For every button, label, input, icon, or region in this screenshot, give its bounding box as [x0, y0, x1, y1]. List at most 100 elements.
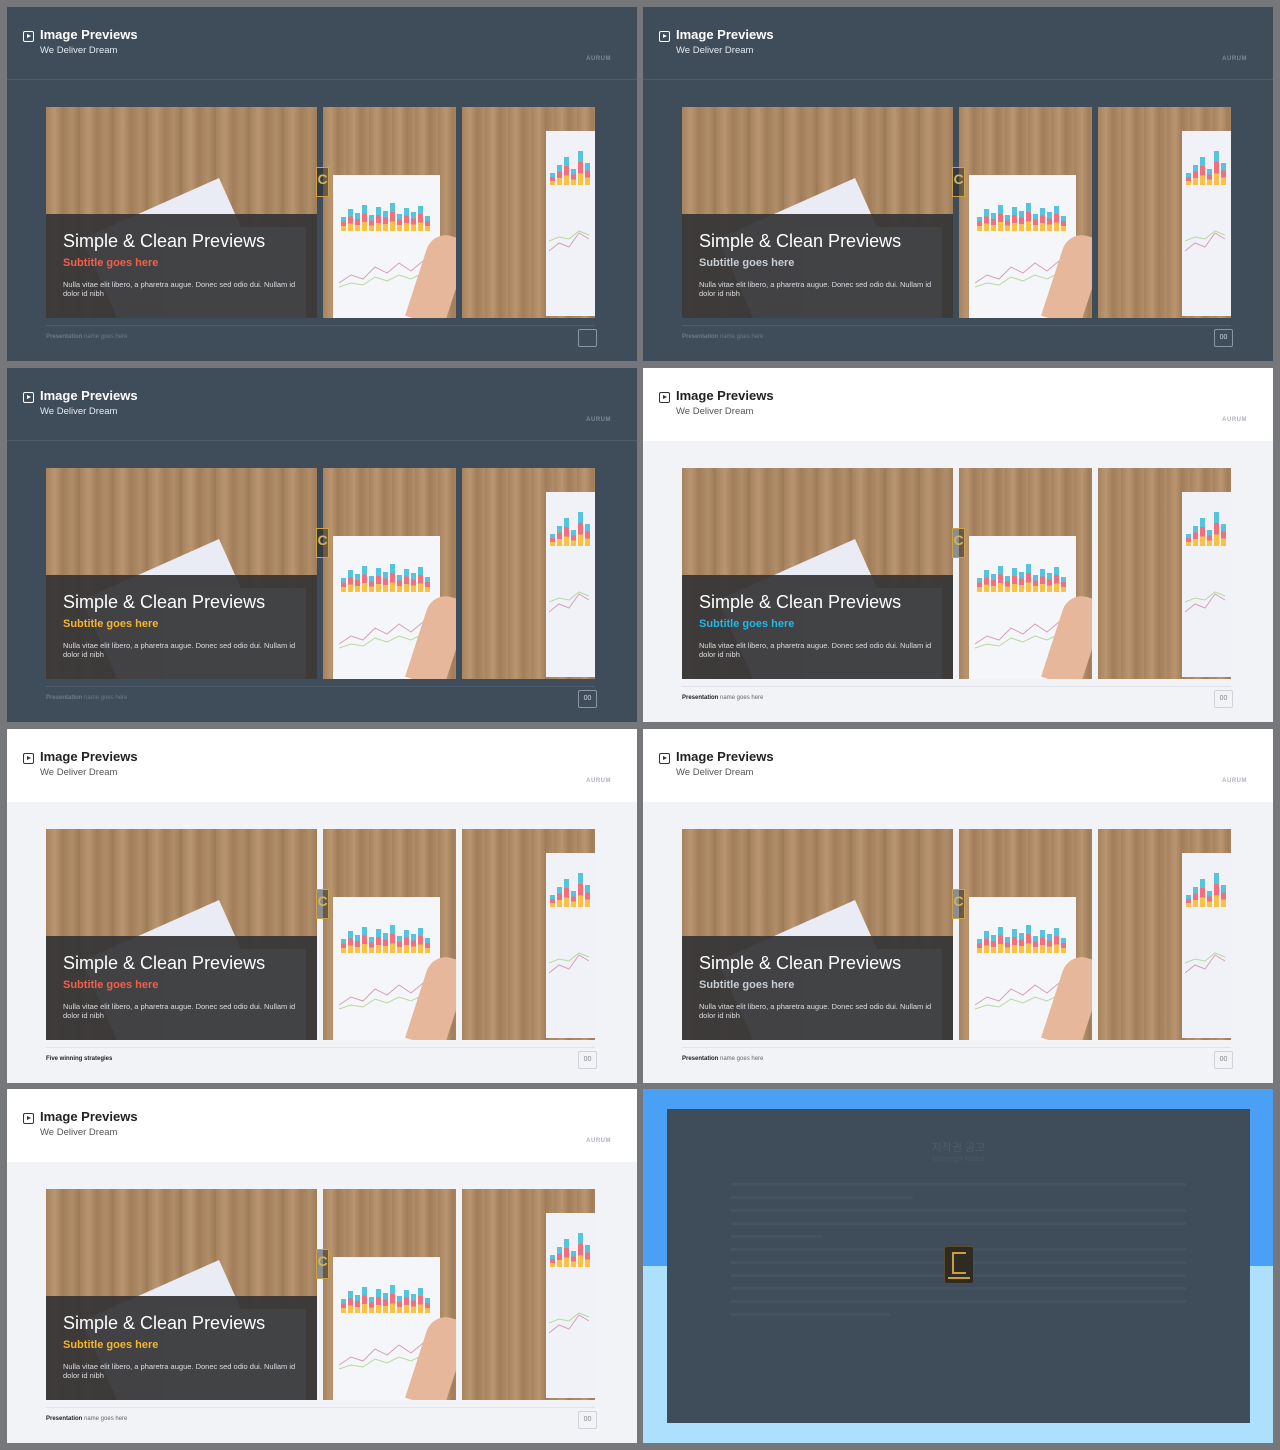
chart-bar	[411, 212, 416, 231]
bar-chart-image	[977, 558, 1069, 592]
slide-thumbnail[interactable]: Image Previews We Deliver Dream AURUM C …	[7, 368, 637, 722]
footer-text: Presentation name goes here	[682, 695, 763, 701]
chart-bar	[1186, 173, 1191, 185]
chart-bar	[397, 214, 402, 231]
chart-bar	[557, 165, 562, 185]
chart-bar	[991, 213, 996, 231]
chart-bar	[1033, 214, 1038, 231]
slide-thumbnail[interactable]: Image Previews We Deliver Dream AURUM C …	[7, 7, 637, 361]
preview-image-side	[462, 107, 595, 318]
contents-logo-icon: C	[316, 167, 329, 197]
chart-bar	[1221, 163, 1226, 185]
footer-text: Presentation name goes here	[46, 695, 127, 701]
caption-title: Simple & Clean Previews	[699, 953, 902, 973]
caption-body: Nulla vitae elit libero, a pharetra augu…	[63, 641, 296, 659]
page-number: 00	[1214, 690, 1233, 708]
chart-bar	[550, 173, 555, 185]
chart-bar	[977, 939, 982, 953]
slide-header: Image Previews We Deliver Dream AURUM	[7, 368, 637, 441]
chart-bar	[1047, 934, 1052, 953]
chart-bar	[348, 209, 353, 231]
bar-chart-image	[977, 919, 1069, 953]
chart-bar	[1026, 925, 1031, 953]
chart-bar	[404, 569, 409, 592]
footer-divider	[682, 1047, 1231, 1048]
chart-bar	[585, 885, 590, 907]
preview-image-chart	[959, 107, 1092, 318]
copyright-slide[interactable]: 저작권 공고 Copyright Notice	[643, 1089, 1273, 1443]
chart-bar	[1047, 212, 1052, 231]
chart-bar	[1019, 211, 1024, 231]
chart-bar	[348, 931, 353, 953]
slide-header: Image Previews We Deliver Dream AURUM	[643, 7, 1273, 80]
slide-subtitle: We Deliver Dream	[40, 767, 118, 778]
chart-bar	[1012, 207, 1017, 231]
slide-subtitle: We Deliver Dream	[40, 45, 118, 56]
bar-chart-image	[1186, 510, 1228, 546]
play-icon	[659, 753, 670, 764]
chart-bar	[571, 530, 576, 546]
slide-thumbnail[interactable]: Image Previews We Deliver Dream AURUM C …	[7, 729, 637, 1083]
chart-bar	[1054, 567, 1059, 592]
chart-bar	[376, 568, 381, 592]
caption-box: Simple & Clean Previews Subtitle goes he…	[46, 575, 317, 679]
slide-subtitle: We Deliver Dream	[676, 406, 754, 417]
chart-bar	[418, 206, 423, 231]
caption-title: Simple & Clean Previews	[63, 953, 266, 973]
chart-bar	[1061, 938, 1066, 953]
footer-bold: Presentation	[682, 695, 719, 701]
slide-thumbnail-grid: 저작권 공고 Copyright Notice Image Previews W…	[0, 0, 1280, 1450]
bar-chart-image	[1186, 871, 1228, 907]
bar-chart-image	[550, 871, 592, 907]
brand-label: AURUM	[586, 1138, 611, 1144]
footer-text: Presentation name goes here	[682, 1056, 763, 1062]
chart-sheet-image	[1182, 131, 1231, 316]
chart-bar	[557, 887, 562, 907]
chart-bar	[404, 930, 409, 953]
play-icon	[23, 753, 34, 764]
footer-rest: name goes here	[82, 334, 128, 340]
line-chart-image	[1185, 952, 1226, 974]
chart-bar	[571, 169, 576, 185]
preview-image-chart	[959, 829, 1092, 1040]
slide-subtitle: We Deliver Dream	[40, 1127, 118, 1138]
chart-sheet-image	[1182, 492, 1231, 677]
slide-title: Image Previews	[40, 749, 138, 764]
preview-image-side	[1098, 107, 1231, 318]
slide-thumbnail[interactable]: Image Previews We Deliver Dream AURUM C …	[7, 1089, 637, 1443]
page-number: 00	[578, 1051, 597, 1069]
footer-bold: Presentation	[46, 695, 83, 701]
slide-thumbnail[interactable]: Image Previews We Deliver Dream AURUM C …	[643, 368, 1273, 722]
chart-bar	[1054, 928, 1059, 953]
chart-bar	[564, 1239, 569, 1267]
caption-subtitle: Subtitle goes here	[63, 257, 159, 269]
chart-bar	[341, 939, 346, 953]
chart-bar	[578, 512, 583, 546]
chart-bar	[1207, 169, 1212, 185]
chart-bar	[390, 564, 395, 592]
chart-bar	[1012, 568, 1017, 592]
footer-bold: Presentation	[682, 334, 719, 340]
slide-header: Image Previews We Deliver Dream AURUM	[7, 7, 637, 80]
chart-sheet-image	[546, 853, 595, 1038]
slide-title: Image Previews	[676, 388, 774, 403]
line-chart-image	[549, 952, 590, 974]
chart-bar	[341, 217, 346, 231]
caption-title: Simple & Clean Previews	[63, 1313, 266, 1333]
play-icon	[659, 31, 670, 42]
chart-bar	[362, 205, 367, 231]
copyright-panel: 저작권 공고 Copyright Notice	[667, 1109, 1250, 1423]
chart-bar	[550, 1255, 555, 1267]
preview-image-side	[462, 829, 595, 1040]
slide-thumbnail[interactable]: Image Previews We Deliver Dream AURUM C …	[643, 7, 1273, 361]
caption-subtitle: Subtitle goes here	[63, 1339, 159, 1351]
caption-body: Nulla vitae elit libero, a pharetra augu…	[699, 280, 932, 298]
chart-bar	[397, 575, 402, 592]
slide-thumbnail[interactable]: Image Previews We Deliver Dream AURUM C …	[643, 729, 1273, 1083]
page-number	[578, 329, 597, 347]
chart-bar	[1040, 569, 1045, 592]
chart-bar	[355, 935, 360, 953]
chart-bar	[1005, 576, 1010, 592]
chart-bar	[404, 1290, 409, 1313]
chart-bar	[991, 935, 996, 953]
